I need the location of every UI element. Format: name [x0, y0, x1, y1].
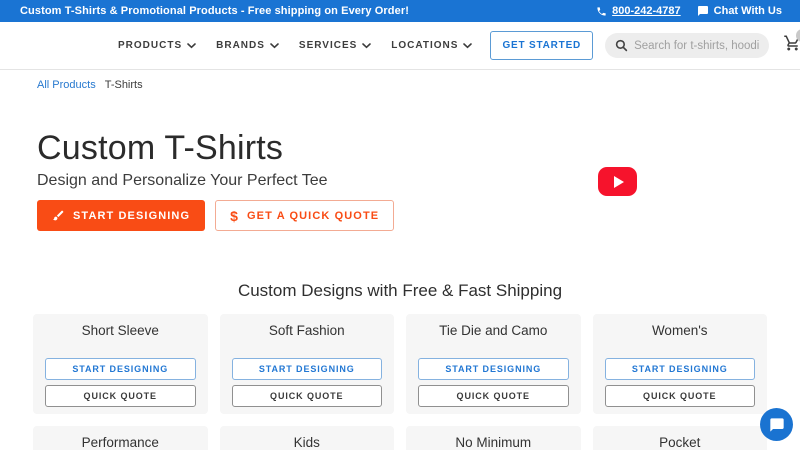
phone-number: 800-242-4787 — [612, 5, 681, 17]
announcement-bar: Custom T-Shirts & Promotional Products -… — [0, 0, 800, 22]
card-quick-quote-button[interactable]: QUICK QUOTE — [231, 385, 382, 407]
chat-icon — [697, 6, 708, 16]
chat-label: Chat With Us — [713, 5, 782, 17]
card-womens: Women's START DESIGNING QUICK QUOTE — [592, 314, 767, 414]
breadcrumb: All Products T-Shirts — [0, 70, 800, 91]
brush-icon — [53, 210, 64, 221]
nav-locations-label: LOCATIONS — [391, 40, 459, 51]
video-play-button[interactable] — [598, 167, 637, 196]
nav-item-locations[interactable]: LOCATIONS — [391, 40, 473, 51]
start-designing-button[interactable]: START DESIGNING — [37, 200, 206, 231]
card-soft-fashion: Soft Fashion START DESIGNING QUICK QUOTE — [219, 314, 394, 414]
category-cards-row1: Short Sleeve START DESIGNING QUICK QUOTE… — [33, 314, 767, 414]
nav-menu: PRODUCTS BRANDS SERVICES LOCATIONS — [118, 40, 473, 51]
nav-brands-label: BRANDS — [216, 40, 265, 51]
card-quick-quote-button[interactable]: QUICK QUOTE — [45, 385, 196, 407]
breadcrumb-current: T-Shirts — [104, 79, 143, 91]
breadcrumb-all-products[interactable]: All Products — [37, 79, 96, 91]
chat-bubble-icon — [769, 417, 784, 432]
nav-item-services[interactable]: SERVICES — [298, 40, 372, 51]
page-title: Custom T-Shirts — [37, 129, 284, 167]
card-title: Kids — [293, 435, 320, 450]
main-navbar: PRODUCTS BRANDS SERVICES LOCATIONS GET S… — [0, 22, 800, 70]
nav-item-brands[interactable]: BRANDS — [216, 40, 279, 51]
card-title: No Minimum — [455, 435, 532, 450]
card-quick-quote-button[interactable]: QUICK QUOTE — [418, 385, 569, 407]
card-kids: Kids — [219, 426, 394, 450]
card-title: Pocket — [659, 435, 701, 450]
card-pocket: Pocket — [592, 426, 767, 450]
card-title: Performance — [81, 435, 159, 450]
chat-widget-button[interactable] — [760, 408, 793, 441]
chat-with-us-link[interactable]: Chat With Us — [697, 5, 782, 17]
card-title: Women's — [651, 323, 708, 338]
card-title: Short Sleeve — [81, 323, 159, 338]
card-short-sleeve: Short Sleeve START DESIGNING QUICK QUOTE — [33, 314, 208, 414]
quick-quote-button[interactable]: $ GET A QUICK QUOTE — [215, 200, 395, 231]
card-no-minimum: No Minimum — [406, 426, 581, 450]
play-icon — [614, 175, 624, 188]
card-start-designing-button[interactable]: START DESIGNING — [418, 358, 569, 380]
section-heading: Custom Designs with Free & Fast Shipping — [237, 281, 563, 300]
nav-services-label: SERVICES — [298, 40, 358, 51]
search-icon — [615, 39, 628, 52]
topbar-contact: 800-242-4787 Chat With Us — [596, 5, 782, 17]
nav-products-label: PRODUCTS — [118, 40, 183, 51]
chevron-down-icon — [362, 42, 372, 48]
search-input[interactable] — [634, 39, 760, 52]
card-start-designing-button[interactable]: START DESIGNING — [604, 358, 755, 380]
card-tie-die-and-camo: Tie Die and Camo START DESIGNING QUICK Q… — [406, 314, 581, 414]
chevron-down-icon — [187, 42, 196, 48]
get-started-button[interactable]: GET STARTED — [490, 31, 594, 60]
card-start-designing-button[interactable]: START DESIGNING — [45, 358, 196, 380]
dollar-icon: $ — [230, 207, 240, 224]
card-start-designing-button[interactable]: START DESIGNING — [231, 358, 382, 380]
card-title: Soft Fashion — [268, 323, 345, 338]
nav-item-products[interactable]: PRODUCTS — [118, 40, 196, 51]
card-title: Tie Die and Camo — [439, 323, 548, 338]
hero-buttons: START DESIGNING $ GET A QUICK QUOTE — [37, 200, 763, 231]
chevron-down-icon — [270, 42, 279, 48]
hero-subtitle: Design and Personalize Your Perfect Tee — [37, 172, 328, 189]
announcement-message: Custom T-Shirts & Promotional Products -… — [20, 5, 409, 17]
category-cards-row2: Performance Kids No Minimum Pocket — [33, 426, 767, 450]
cart-button[interactable]: 0 — [783, 29, 800, 57]
card-performance: Performance — [33, 426, 208, 450]
search-bar[interactable] — [605, 33, 770, 58]
card-quick-quote-button[interactable]: QUICK QUOTE — [604, 385, 755, 407]
start-designing-label: START DESIGNING — [73, 209, 191, 222]
phone-link[interactable]: 800-242-4787 — [596, 5, 681, 17]
phone-icon — [597, 6, 606, 16]
chevron-down-icon — [463, 42, 473, 48]
hero-section: Custom T-Shirts Design and Personalize Y… — [0, 91, 800, 231]
quick-quote-label: GET A QUICK QUOTE — [247, 209, 380, 222]
